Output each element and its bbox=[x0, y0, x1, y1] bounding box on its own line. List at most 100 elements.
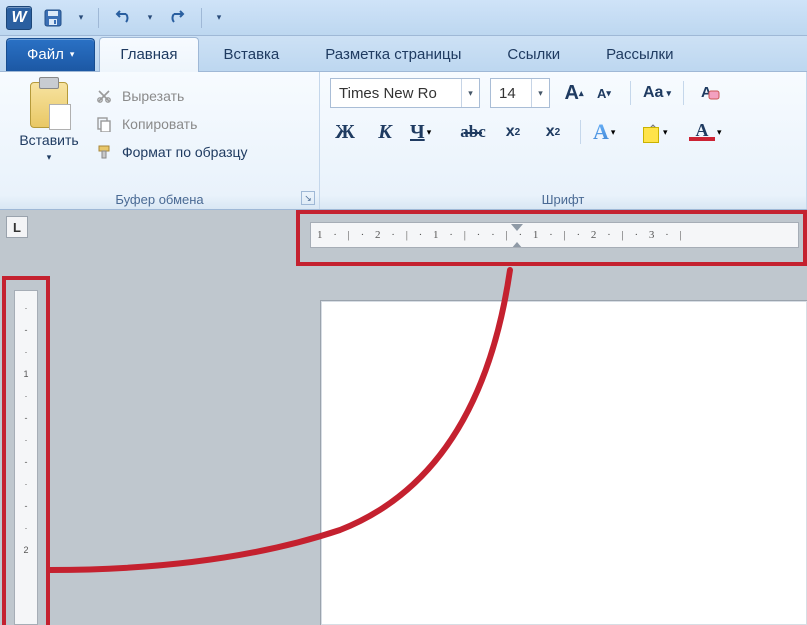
group-clipboard-label: Буфер обмена bbox=[0, 192, 319, 207]
ruler-tick: · bbox=[25, 473, 28, 495]
font-name-value: Times New Ro bbox=[331, 85, 461, 102]
separator bbox=[580, 120, 581, 144]
document-page[interactable] bbox=[320, 300, 807, 625]
copy-button[interactable]: Копировать bbox=[94, 110, 248, 138]
font-color-button[interactable]: A ▾ bbox=[689, 123, 727, 141]
ribbon-tabs: Файл ▾ Главная Вставка Разметка страницы… bbox=[0, 36, 807, 72]
ribbon: Вставить ▾ Вырезать Копировать Формат bbox=[0, 72, 807, 210]
document-area: L 1 · | · 2 · | · 1 · | · · | · 1 · | · … bbox=[0, 210, 807, 625]
highlight-color-button[interactable]: ▾ bbox=[641, 121, 679, 143]
horizontal-ruler[interactable]: 1 · | · 2 · | · 1 · | · · | · 1 · | · 2 … bbox=[310, 222, 799, 248]
ruler-tick: 2 bbox=[23, 539, 28, 561]
ruler-tick: · bbox=[25, 341, 28, 363]
chevron-down-icon: ▾ bbox=[427, 127, 432, 138]
ruler-tick: · bbox=[25, 385, 28, 407]
chevron-down-icon: ▾ bbox=[217, 12, 222, 23]
title-bar: W ▾ ▾ ▾ bbox=[0, 0, 807, 36]
copy-icon bbox=[94, 114, 114, 134]
clear-formatting-icon: A bbox=[699, 83, 721, 103]
italic-button[interactable]: К bbox=[370, 118, 400, 146]
tab-home[interactable]: Главная bbox=[99, 37, 198, 72]
format-painter-button[interactable]: Формат по образцу bbox=[94, 138, 248, 166]
text-effects-button[interactable]: A ▾ bbox=[593, 118, 631, 146]
change-case-label: Aa bbox=[643, 84, 663, 102]
qat-separator bbox=[201, 8, 202, 28]
ruler-tick: · bbox=[25, 517, 28, 539]
ruler-tick: - bbox=[25, 319, 28, 341]
font-size-value: 14 bbox=[491, 85, 531, 102]
tab-insert[interactable]: Вставка bbox=[203, 37, 301, 71]
qat-undo-dropdown[interactable]: ▾ bbox=[143, 5, 157, 31]
tab-stop-glyph: L bbox=[13, 220, 21, 235]
ruler-marks: 1 · | · 2 · | · 1 · | · · | · 1 · | · 2 … bbox=[317, 229, 686, 241]
caret-down-icon: ▾ bbox=[606, 88, 611, 99]
separator bbox=[683, 81, 684, 105]
redo-button[interactable] bbox=[165, 5, 191, 31]
highlight-icon bbox=[641, 121, 661, 143]
tab-file[interactable]: Файл ▾ bbox=[6, 38, 95, 71]
group-clipboard: Вставить ▾ Вырезать Копировать Формат bbox=[0, 72, 320, 209]
group-font: Times New Ro ▾ 14 ▾ A▴ A▾ Aa ▾ bbox=[320, 72, 807, 209]
ruler-tick: · bbox=[25, 297, 28, 319]
underline-icon: Ч bbox=[410, 118, 425, 146]
chevron-down-icon: ▾ bbox=[663, 127, 668, 138]
undo-icon bbox=[112, 10, 132, 26]
paste-button[interactable]: Вставить ▾ bbox=[14, 78, 84, 207]
grow-font-button[interactable]: A▴ bbox=[560, 79, 588, 107]
redo-icon bbox=[168, 10, 188, 26]
copy-label: Копировать bbox=[122, 116, 197, 132]
chevron-down-icon: ▾ bbox=[531, 79, 549, 107]
cut-label: Вырезать bbox=[122, 88, 184, 104]
underline-button[interactable]: Ч ▾ bbox=[410, 118, 448, 146]
subscript-button[interactable]: x2 bbox=[498, 118, 528, 146]
paste-icon bbox=[30, 82, 68, 128]
font-color-icon: A bbox=[689, 123, 715, 141]
ruler-tick: 1 bbox=[23, 363, 28, 385]
scissors-icon bbox=[94, 86, 114, 106]
ruler-tick: - bbox=[25, 407, 28, 429]
strikethrough-button[interactable]: abc bbox=[458, 118, 488, 146]
grow-font-icon: A bbox=[565, 82, 579, 105]
superscript-base: x bbox=[546, 123, 555, 141]
format-painter-label: Формат по образцу bbox=[122, 144, 248, 160]
save-icon bbox=[44, 9, 62, 27]
ruler-tick: - bbox=[25, 451, 28, 473]
chevron-down-icon: ▾ bbox=[666, 88, 671, 99]
clipboard-dialog-launcher[interactable]: ↘ bbox=[301, 191, 315, 205]
qat-separator bbox=[98, 8, 99, 28]
subscript-sub: 2 bbox=[515, 127, 521, 138]
clear-formatting-button[interactable]: A bbox=[696, 79, 724, 107]
tab-page-layout[interactable]: Разметка страницы bbox=[304, 37, 482, 71]
text-effects-icon: A bbox=[593, 118, 609, 146]
paste-label: Вставить bbox=[19, 132, 78, 148]
bold-button[interactable]: Ж bbox=[330, 118, 360, 146]
qat-customize-dropdown[interactable]: ▾ bbox=[212, 5, 226, 31]
ruler-tick: - bbox=[25, 495, 28, 517]
vertical-ruler[interactable]: · - · 1 · - · - · - · 2 bbox=[14, 290, 38, 625]
font-size-combo[interactable]: 14 ▾ bbox=[490, 78, 550, 108]
change-case-button[interactable]: Aa ▾ bbox=[643, 84, 671, 102]
save-button[interactable] bbox=[40, 5, 66, 31]
format-painter-icon bbox=[94, 142, 114, 162]
qat-save-dropdown[interactable]: ▾ bbox=[74, 5, 88, 31]
tab-references[interactable]: Ссылки bbox=[486, 37, 581, 71]
shrink-font-button[interactable]: A▾ bbox=[590, 79, 618, 107]
tab-file-label: Файл bbox=[27, 46, 64, 63]
superscript-button[interactable]: x2 bbox=[538, 118, 568, 146]
app-icon: W bbox=[6, 6, 32, 30]
indent-marker[interactable] bbox=[511, 223, 523, 248]
separator bbox=[630, 81, 631, 105]
cut-button[interactable]: Вырезать bbox=[94, 82, 248, 110]
caret-up-icon: ▴ bbox=[579, 88, 584, 99]
ruler-tick: · bbox=[25, 429, 28, 451]
undo-button[interactable] bbox=[109, 5, 135, 31]
chevron-down-icon: ▾ bbox=[79, 12, 84, 23]
chevron-down-icon: ▾ bbox=[70, 49, 75, 60]
chevron-down-icon: ▾ bbox=[611, 127, 616, 138]
subscript-base: x bbox=[506, 123, 515, 141]
tab-mailings[interactable]: Рассылки bbox=[585, 37, 694, 71]
shrink-font-icon: A bbox=[597, 86, 606, 101]
tab-stop-selector[interactable]: L bbox=[6, 216, 28, 238]
font-name-combo[interactable]: Times New Ro ▾ bbox=[330, 78, 480, 108]
group-font-label: Шрифт bbox=[320, 192, 806, 207]
